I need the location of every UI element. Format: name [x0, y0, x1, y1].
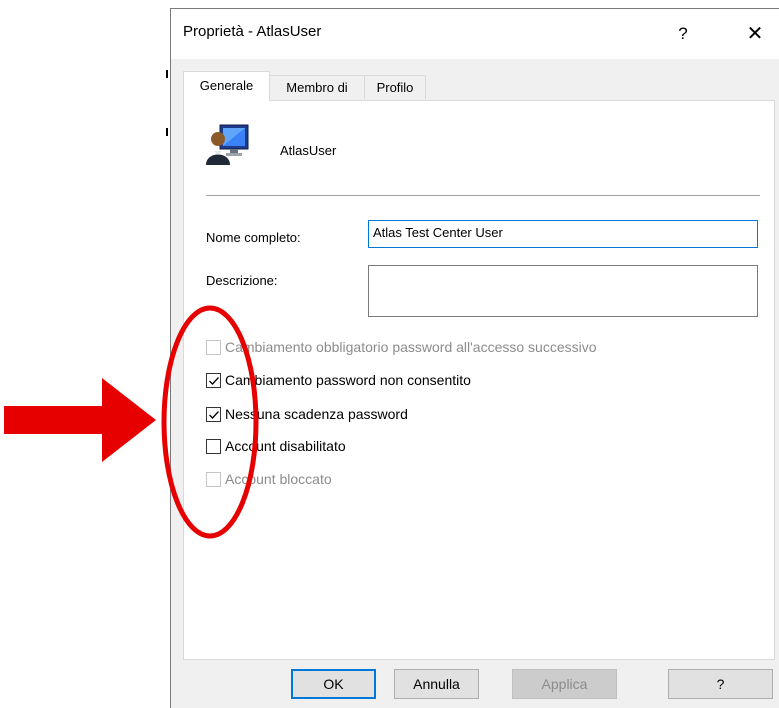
red-arrow-annotation [4, 378, 156, 462]
red-circle-annotation [161, 305, 259, 539]
user-computer-icon [206, 124, 249, 165]
background-fragment [166, 128, 168, 136]
tab-membro-di[interactable]: Membro di [269, 75, 365, 99]
title-bar[interactable]: Proprietà - AtlasUser ? ✕ [171, 9, 779, 59]
tab-profilo[interactable]: Profilo [364, 75, 426, 99]
description-label: Descrizione: [206, 273, 278, 288]
description-field[interactable] [368, 265, 758, 317]
full-name-field[interactable]: Atlas Test Center User [368, 220, 758, 248]
general-tab-panel: AtlasUser Nome completo: Atlas Test Cent… [183, 100, 775, 660]
apply-button[interactable]: Applica [512, 669, 617, 699]
full-name-label: Nome completo: [206, 230, 301, 245]
user-name: AtlasUser [280, 143, 337, 158]
close-button[interactable]: ✕ [737, 19, 773, 49]
background-fragment [166, 70, 168, 78]
tab-generale[interactable]: Generale [183, 71, 270, 101]
checkbox-label: Cambiamento obbligatorio password all'ac… [225, 339, 597, 355]
ok-button[interactable]: OK [291, 669, 376, 699]
cancel-button[interactable]: Annulla [394, 669, 479, 699]
divider [206, 195, 760, 196]
dialog-title: Proprietà - AtlasUser [183, 23, 322, 40]
help-button[interactable]: ? [668, 669, 773, 699]
help-title-button[interactable]: ? [668, 19, 698, 49]
